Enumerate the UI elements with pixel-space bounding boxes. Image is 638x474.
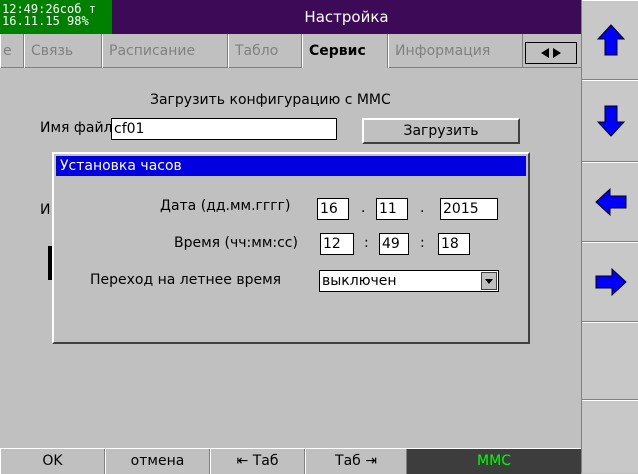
date-month-input[interactable]: 11 — [376, 198, 408, 220]
filename-input[interactable]: cf01 — [111, 118, 337, 140]
bottom-toolbar: OK отмена ⇤ Таб Таб ⇥ MMC — [0, 448, 581, 474]
tab-information[interactable]: Информация — [388, 34, 523, 68]
time-sec-input[interactable]: 18 — [438, 233, 470, 255]
dialog-title: Установка часов — [56, 156, 526, 176]
time-sep-1: : — [364, 235, 369, 251]
arrow-left-icon — [594, 187, 626, 217]
tab-schedule[interactable]: Расписание — [102, 34, 228, 68]
left-button[interactable] — [582, 162, 638, 242]
time-sep-2: : — [420, 235, 425, 251]
load-config-heading: Загрузить конфигурацию с ММС — [150, 92, 391, 108]
blank-side-button-2[interactable] — [582, 400, 638, 473]
status-indicator: 12:49:26соб т 16.11.15 98% — [0, 0, 112, 34]
date-day-input[interactable]: 16 — [317, 198, 349, 220]
time-hour-input[interactable]: 12 — [320, 233, 354, 255]
mmc-button[interactable]: MMC — [407, 449, 581, 474]
load-button[interactable]: Загрузить — [362, 118, 520, 144]
tab-forward-button[interactable]: Таб ⇥ — [305, 449, 407, 474]
status-date: 16.11.15 — [2, 14, 60, 28]
tab-scroll-control[interactable] — [525, 42, 577, 64]
cancel-button[interactable]: отмена — [105, 449, 210, 474]
tab-communication[interactable]: Связь — [24, 34, 102, 68]
blank-side-button-1[interactable] — [582, 322, 638, 400]
dst-label: Переход на летнее время — [90, 272, 282, 288]
triangle-left-icon[interactable] — [540, 47, 550, 59]
tab-partial[interactable]: е — [0, 34, 24, 68]
tab-service[interactable]: Сервис — [302, 34, 388, 68]
navigation-panel — [581, 0, 638, 473]
clock-dialog: Установка часов Дата (дд.мм.гггг) 16 . 1… — [52, 152, 530, 344]
dst-select[interactable]: выключен — [319, 270, 499, 292]
status-battery: 98% — [67, 14, 89, 28]
obscured-label: И — [40, 202, 51, 218]
time-min-input[interactable]: 49 — [379, 233, 409, 255]
dst-select-value: выключен — [322, 273, 397, 289]
time-label: Время (чч:мм:сс) — [174, 235, 298, 251]
up-button[interactable] — [582, 0, 638, 80]
arrow-up-icon — [596, 24, 625, 56]
date-sep-1: . — [361, 200, 366, 216]
chevron-down-icon[interactable] — [481, 272, 497, 290]
filename-label: Имя файла — [40, 120, 122, 136]
window-title: Настройка — [112, 0, 581, 34]
down-button[interactable] — [582, 80, 638, 162]
tab-bar: е Связь Расписание Табло Сервис Информац… — [0, 34, 581, 68]
tab-back-button[interactable]: ⇤ Таб — [210, 449, 305, 474]
date-year-input[interactable]: 2015 — [440, 198, 498, 220]
right-button[interactable] — [582, 242, 638, 322]
triangle-right-icon[interactable] — [552, 47, 562, 59]
date-label: Дата (дд.мм.гггг) — [160, 198, 291, 214]
tab-display[interactable]: Табло — [228, 34, 302, 68]
ok-button[interactable]: OK — [0, 449, 105, 474]
date-sep-2: . — [420, 200, 425, 216]
arrow-down-icon — [596, 105, 625, 137]
arrow-right-icon — [595, 267, 627, 297]
